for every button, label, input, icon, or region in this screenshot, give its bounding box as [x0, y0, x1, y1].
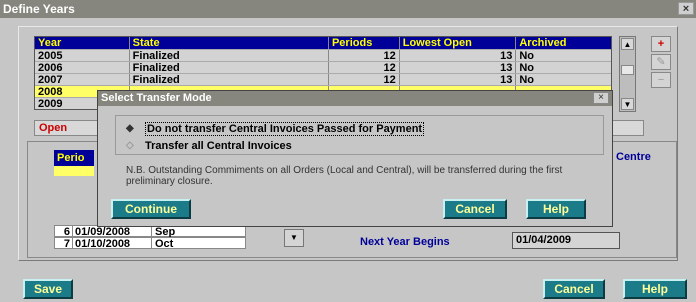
help-button[interactable]: Help — [623, 279, 687, 299]
cancel-button[interactable]: Cancel — [443, 199, 507, 219]
cancel-button[interactable]: Cancel — [543, 279, 605, 299]
cell-state: Finalized — [130, 50, 329, 61]
column-lowest-open[interactable]: Lowest Open — [400, 37, 517, 49]
cell-periods: 12 — [329, 50, 400, 61]
chevron-down-icon[interactable]: ▼ — [284, 229, 304, 247]
window-titlebar: Define Years × — [0, 0, 696, 18]
column-periods[interactable]: Periods — [329, 37, 400, 49]
cell-lowest-open: 13 — [400, 74, 517, 85]
cell-year: 2007 — [35, 74, 130, 85]
table-row[interactable]: 2005 Finalized 12 13 No — [35, 49, 611, 61]
define-years-window: Define Years × Year State Periods Lowest… — [0, 0, 696, 302]
edit-year-icon[interactable]: ✎ — [651, 54, 671, 70]
scroll-up-icon[interactable]: ▲ — [621, 38, 634, 50]
cell-archived: No — [519, 74, 535, 85]
scroll-thumb[interactable] — [621, 65, 634, 75]
cell-archived: No — [519, 50, 535, 61]
period-number: 7 — [63, 238, 70, 250]
table-row[interactable]: 7 01/10/2008 Oct — [54, 237, 246, 250]
cell-year: 2005 — [35, 50, 130, 61]
period-number: 6 — [63, 226, 70, 238]
transfer-mode-radio-group: ◆ Do not transfer Central Invoices Passe… — [115, 115, 604, 155]
select-transfer-mode-dialog: Select Transfer Mode × ◆ Do not transfer… — [97, 90, 613, 227]
cell-periods: 12 — [329, 74, 400, 85]
cell-lowest-open: 13 — [400, 62, 517, 73]
dialog-title: Select Transfer Mode — [98, 91, 612, 106]
radio-selected-icon[interactable]: ◆ — [126, 124, 136, 134]
period-month: Oct — [155, 238, 174, 250]
years-table-scrollbar[interactable]: ▲ ▼ — [619, 36, 636, 112]
cell-state: Finalized — [130, 62, 329, 73]
table-row[interactable]: 2006 Finalized 12 13 No — [35, 61, 611, 73]
next-year-field[interactable]: 01/04/2009 — [512, 232, 620, 249]
cell-lowest-open: 13 — [400, 50, 517, 61]
window-title: Define Years — [3, 2, 75, 16]
column-archived[interactable]: Archived — [516, 37, 611, 49]
centre-label: Centre — [616, 151, 651, 163]
period-date: 01/09/2008 — [72, 226, 152, 238]
option-no-transfer-label: Do not transfer Central Invoices Passed … — [145, 122, 425, 136]
help-button[interactable]: Help — [526, 199, 586, 219]
cell-year: 2006 — [35, 62, 130, 73]
column-state[interactable]: State — [130, 37, 329, 49]
close-icon[interactable]: × — [678, 2, 694, 15]
cell-archived: No — [519, 62, 535, 73]
table-row[interactable]: 2007 Finalized 12 13 No — [35, 73, 611, 85]
radio-unselected-icon[interactable]: ◇ — [126, 141, 136, 151]
open-button[interactable]: Open — [34, 120, 104, 136]
period-date: 01/10/2008 — [72, 238, 152, 250]
option-transfer-all[interactable]: ◇ Transfer all Central Invoices — [126, 140, 292, 152]
option-transfer-all-label: Transfer all Central Invoices — [145, 140, 292, 152]
cell-periods: 12 — [329, 62, 400, 73]
column-year[interactable]: Year — [35, 37, 130, 49]
dialog-note: N.B. Outstanding Commiments on all Order… — [126, 165, 563, 187]
selected-period-cell[interactable] — [54, 166, 94, 176]
delete-year-icon[interactable]: − — [651, 72, 671, 88]
cell-state: Finalized — [130, 74, 329, 85]
option-no-transfer[interactable]: ◆ Do not transfer Central Invoices Passe… — [126, 122, 425, 136]
continue-button[interactable]: Continue — [111, 199, 191, 219]
close-icon[interactable]: × — [593, 92, 609, 104]
save-button[interactable]: Save — [23, 279, 73, 299]
years-table-header: Year State Periods Lowest Open Archived — [35, 37, 611, 49]
periods-header: Perio — [54, 150, 94, 166]
period-month: Sep — [155, 226, 176, 238]
add-year-icon[interactable]: + — [651, 36, 671, 52]
next-year-label: Next Year Begins — [360, 236, 450, 248]
scroll-down-icon[interactable]: ▼ — [621, 98, 634, 110]
